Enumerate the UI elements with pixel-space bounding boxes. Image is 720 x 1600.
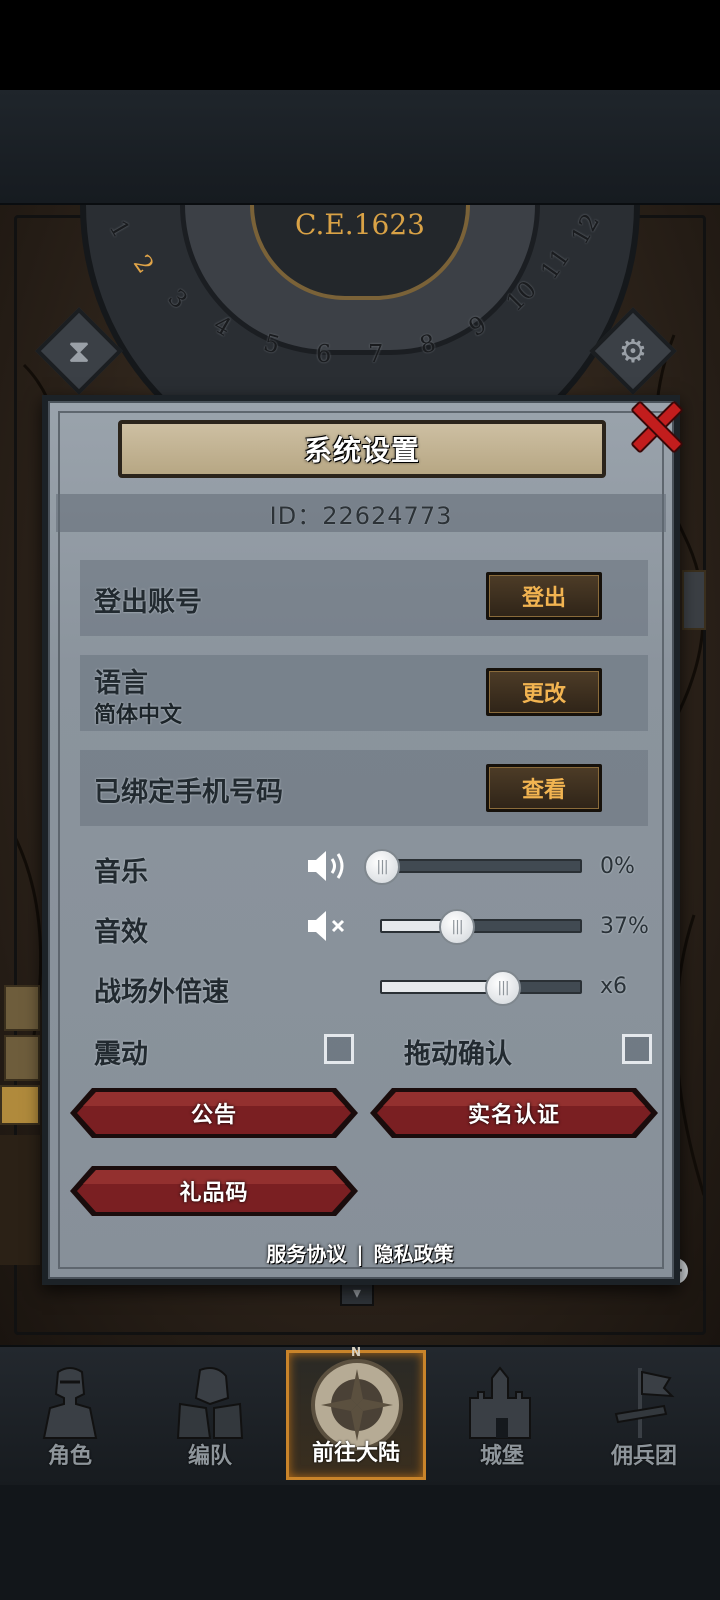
footer-links: 服务协议 | 隐私政策 (0, 1238, 720, 1267)
vibration-label: 震动 (94, 1039, 148, 1070)
wheel-number-7: 7 (368, 340, 384, 368)
castle-icon (469, 1366, 531, 1439)
logout-button-label: 登出 (521, 586, 566, 611)
footer-separator: | (356, 1242, 364, 1266)
drag-confirm-checkbox[interactable] (622, 1034, 652, 1064)
realname-button-label: 实名认证 (467, 1103, 560, 1128)
music-value: 0% (600, 854, 635, 879)
music-slider[interactable]: ||| (364, 849, 582, 885)
bottom-area (0, 1485, 720, 1600)
sfx-value: 37% (600, 914, 649, 939)
music-slider-knob[interactable]: ||| (364, 849, 400, 885)
speed-label: 战场外倍速 (94, 977, 229, 1008)
language-label: 语言 (94, 668, 148, 699)
sfx-slider[interactable]: ||| (380, 909, 582, 945)
terms-link[interactable]: 服务协议 (266, 1242, 346, 1266)
close-icon[interactable] (628, 398, 680, 450)
knight-icon (42, 1367, 98, 1439)
logout-label: 登出账号 (94, 587, 202, 618)
gift-code-button[interactable]: 礼品码 (70, 1166, 358, 1216)
nav-item-castle[interactable]: 城堡 (432, 1350, 572, 1480)
nav-item-continent[interactable]: N 前往大陆 (286, 1345, 426, 1480)
team-icon (176, 1367, 244, 1439)
drag-confirm-label: 拖动确认 (404, 1039, 512, 1070)
notice-button[interactable]: 公告 (70, 1088, 358, 1138)
side-compass-icon[interactable] (0, 1085, 40, 1125)
language-row: 语言 简体中文 更改 (80, 655, 648, 731)
sfx-slider-knob[interactable]: ||| (439, 909, 475, 945)
speaker-on-icon[interactable] (306, 848, 352, 884)
mercenary-icon (614, 1368, 675, 1438)
privacy-link[interactable]: 隐私政策 (374, 1242, 454, 1266)
language-value: 简体中文 (94, 703, 183, 728)
gift-code-button-label: 礼品码 (179, 1181, 249, 1206)
user-id-bar: ID：22624773 (56, 494, 666, 532)
music-label: 音乐 (94, 857, 148, 888)
era-label: C.E.1623 (295, 208, 425, 241)
nav-label-castle: 城堡 (479, 1444, 524, 1469)
user-id: ID：22624773 (269, 501, 453, 530)
side-scroll-icon[interactable] (4, 985, 40, 1031)
change-language-button[interactable]: 更改 (486, 668, 602, 716)
gear-icon: ⚙ (618, 332, 648, 370)
view-phone-button[interactable]: 查看 (486, 764, 602, 812)
dialog-title-plate: 系统设置 (118, 420, 606, 478)
status-bar-area (0, 0, 720, 90)
logout-row: 登出账号 登出 (80, 560, 648, 636)
right-edge-tab[interactable] (682, 570, 706, 630)
speed-value: x6 (600, 974, 628, 999)
speaker-muted-icon[interactable] (306, 908, 352, 944)
phone-row: 已绑定手机号码 查看 (80, 750, 648, 826)
speed-slider[interactable]: ||| (380, 970, 582, 1006)
top-band (0, 90, 720, 205)
view-phone-button-label: 查看 (521, 778, 566, 803)
logout-button[interactable]: 登出 (486, 572, 602, 620)
nav-label-mercenary: 佣兵团 (610, 1444, 677, 1469)
dialog-title: 系统设置 (303, 434, 420, 467)
nav-item-character[interactable]: 角色 (0, 1350, 140, 1480)
compass-north-marker: N (351, 1345, 362, 1359)
side-map-icon[interactable] (4, 1035, 40, 1081)
nav-item-team[interactable]: 编队 (140, 1350, 280, 1480)
nav-item-mercenary[interactable]: 佣兵团 (574, 1350, 714, 1480)
change-language-button-label: 更改 (521, 682, 566, 707)
hourglass-icon: ⧗ (67, 331, 91, 370)
speed-slider-knob[interactable]: ||| (485, 970, 521, 1006)
nav-label-character: 角色 (47, 1444, 92, 1469)
nav-label-continent: 前往大陆 (311, 1441, 400, 1466)
phone-label: 已绑定手机号码 (94, 777, 283, 808)
realname-button[interactable]: 实名认证 (370, 1088, 658, 1138)
wheel-number-6: 6 (316, 340, 332, 368)
vibration-checkbox[interactable] (324, 1034, 354, 1064)
sfx-label: 音效 (94, 917, 148, 948)
notice-button-label: 公告 (190, 1103, 237, 1128)
nav-label-team: 编队 (187, 1444, 232, 1469)
